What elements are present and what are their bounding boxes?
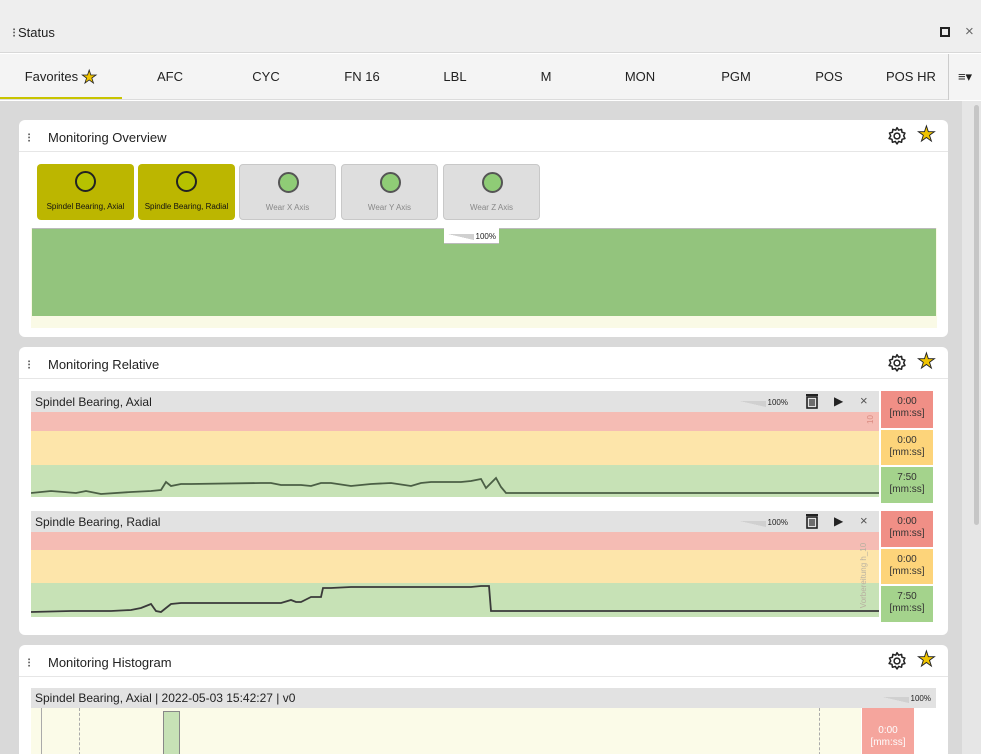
favorite-star-icon[interactable]: ★ (917, 647, 937, 672)
card-title: Monitoring Overview (48, 130, 167, 145)
status-lamp-icon (75, 171, 96, 192)
histogram-chart-area (31, 708, 861, 754)
favorite-star-icon[interactable]: ★ (917, 122, 937, 147)
tab-pos[interactable]: POS (784, 54, 874, 99)
play-icon[interactable]: ▶ (834, 394, 843, 408)
card-header: ⁝ Monitoring Overview ★ (19, 120, 948, 152)
monitor-button-wear-y[interactable]: Wear Y Axis (341, 164, 438, 220)
card-title: Monitoring Histogram (48, 655, 172, 670)
histogram-bar (163, 711, 180, 754)
timer-green-2: 7:50 [mm:ss] (881, 586, 933, 622)
maximize-icon[interactable] (940, 27, 950, 37)
relative-chart-axial: Spindel Bearing, Axial 100% ▶ × 10 (31, 391, 879, 505)
tab-fn16[interactable]: FN 16 (314, 54, 410, 99)
kebab-icon[interactable]: ⁝ (27, 655, 31, 671)
close-icon[interactable]: × (860, 393, 868, 408)
tab-cyc[interactable]: CYC (218, 54, 314, 99)
status-lamp-icon (176, 171, 197, 192)
strip-side-label: 10 (865, 415, 875, 424)
histogram-title: Spindel Bearing, Axial | 2022-05-03 15:4… (35, 691, 296, 705)
timer-yellow-2: 0:00 [mm:ss] (881, 549, 933, 584)
timer-red-2: 0:00 [mm:ss] (881, 511, 933, 547)
monitor-label: Wear Z Axis (470, 203, 513, 212)
strip-title: Spindle Bearing, Radial (35, 515, 161, 529)
histogram-timer: 0:00 [mm:ss] (862, 708, 914, 754)
monitor-button-spindle-radial[interactable]: Spindle Bearing, Radial (138, 164, 235, 220)
star-icon: ★ (81, 67, 98, 88)
tab-afc[interactable]: AFC (122, 54, 218, 99)
histogram-header: Spindel Bearing, Axial | 2022-05-03 15:4… (31, 688, 936, 708)
close-icon[interactable]: × (860, 513, 868, 528)
kebab-icon[interactable]: ⁝ (12, 25, 16, 41)
limit-band-red (31, 532, 879, 550)
gear-icon[interactable] (887, 126, 907, 146)
signal-line-radial (31, 585, 879, 613)
kebab-icon[interactable]: ⁝ (27, 130, 31, 146)
trash-icon[interactable] (805, 513, 819, 529)
zoom-indicator[interactable]: 100% (736, 514, 791, 530)
tab-label: Favorites (24, 69, 79, 84)
monitor-button-wear-x[interactable]: Wear X Axis (239, 164, 336, 220)
status-lamp-icon (278, 172, 299, 193)
card-header: ⁝ Monitoring Relative ★ (19, 347, 948, 379)
monitor-label: Spindle Bearing, Radial (144, 202, 229, 211)
monitor-label: Wear X Axis (265, 203, 310, 212)
monitor-label: Spindel Bearing, Axial (46, 202, 125, 211)
tab-mon[interactable]: MON (592, 54, 688, 99)
relative-chart-radial: Spindle Bearing, Radial 100% ▶ × Vorbere… (31, 511, 879, 625)
monitor-button-wear-z[interactable]: Wear Z Axis (443, 164, 540, 220)
play-icon[interactable]: ▶ (834, 514, 843, 528)
signal-line-axial (31, 476, 879, 495)
trash-icon[interactable] (805, 393, 819, 409)
favorite-star-icon[interactable]: ★ (917, 349, 937, 374)
card-header: ⁝ Monitoring Histogram ★ (19, 645, 948, 677)
tab-m[interactable]: M (500, 54, 592, 99)
timer-green-1: 7:50 [mm:ss] (881, 467, 933, 503)
timer-red-1: 0:00 [mm:ss] (881, 391, 933, 428)
tab-pgm[interactable]: PGM (688, 54, 784, 99)
strip-header: Spindel Bearing, Axial 100% ▶ × (31, 391, 879, 412)
card-title: Monitoring Relative (48, 357, 160, 372)
limit-band-yellow (31, 431, 879, 465)
monitoring-relative-card: ⁝ Monitoring Relative ★ Spindel Bearing,… (19, 347, 948, 635)
tab-lbl[interactable]: LBL (410, 54, 500, 99)
close-icon[interactable]: × (965, 23, 974, 40)
gear-icon[interactable] (887, 651, 907, 671)
strip-header: Spindle Bearing, Radial 100% ▶ × (31, 511, 879, 532)
scrollbar-thumb[interactable] (974, 105, 979, 525)
gear-icon[interactable] (887, 353, 907, 373)
status-lamp-icon (380, 172, 401, 193)
monitoring-overview-card: ⁝ Monitoring Overview ★ Spindel Bearing,… (19, 120, 948, 337)
monitoring-histogram-card: ⁝ Monitoring Histogram ★ Spindel Bearing… (19, 645, 948, 754)
monitor-button-spindel-axial[interactable]: Spindel Bearing, Axial (37, 164, 134, 220)
menu-icon[interactable]: ≡▾ (948, 54, 981, 100)
monitor-label: Wear Y Axis (367, 203, 412, 212)
kebab-icon[interactable]: ⁝ (27, 357, 31, 373)
zoom-indicator[interactable]: 100% (736, 394, 791, 410)
zoom-indicator[interactable]: 100% (879, 690, 934, 706)
window-title: Status (18, 25, 55, 40)
title-bar: ⁝ Status × (0, 0, 981, 53)
tab-bar: Favorites ★ AFC CYC FN 16 LBL M MON PGM P… (0, 54, 981, 100)
status-lamp-icon (482, 172, 503, 193)
zoom-indicator[interactable]: 100% (444, 228, 499, 244)
limit-band-red (31, 412, 879, 431)
strip-title: Spindel Bearing, Axial (35, 395, 152, 409)
limit-band-yellow (31, 550, 879, 583)
tab-favorites[interactable]: Favorites ★ (0, 54, 122, 99)
timer-yellow-1: 0:00 [mm:ss] (881, 430, 933, 465)
